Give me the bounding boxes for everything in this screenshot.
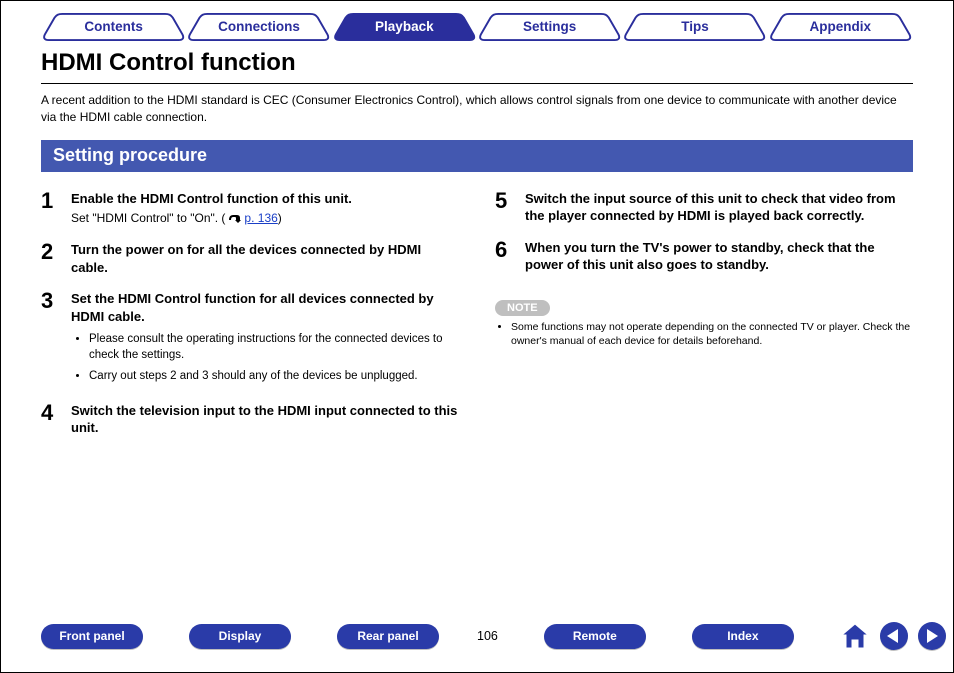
- pills-right-group: Remote Index: [544, 624, 840, 649]
- step-1: 1 Enable the HDMI Control function of thi…: [41, 190, 459, 228]
- tab-appendix[interactable]: Appendix: [768, 13, 913, 41]
- step-2: 2 Turn the power on for all the devices c…: [41, 241, 459, 276]
- step-head: Turn the power on for all the devices co…: [71, 241, 459, 276]
- step-body: When you turn the TV's power to standby,…: [525, 239, 913, 274]
- step-head: When you turn the TV's power to standby,…: [525, 239, 913, 274]
- bottom-bar: Front panel Display Rear panel 106 Remote I…: [41, 622, 913, 650]
- tab-contents[interactable]: Contents: [41, 13, 186, 41]
- tab-label: Contents: [84, 19, 143, 34]
- footer-pill-index[interactable]: Index: [692, 624, 794, 649]
- step-subtext: Set "HDMI Control" to "On". (p. 136): [71, 211, 459, 227]
- footer-pill-remote[interactable]: Remote: [544, 624, 646, 649]
- step-number: 2: [41, 241, 59, 276]
- note-list: Some functions may not operate depending…: [495, 320, 913, 348]
- page-title: HDMI Control function: [41, 49, 913, 77]
- step-number: 1: [41, 190, 59, 228]
- arrow-left-icon: [887, 629, 898, 643]
- step-number: 3: [41, 290, 59, 387]
- step-body: Set the HDMI Control function for all de…: [71, 290, 459, 387]
- step-body: Switch the input source of this unit to …: [525, 190, 913, 225]
- step-body: Enable the HDMI Control function of this…: [71, 190, 459, 228]
- home-icon[interactable]: [840, 622, 870, 650]
- steps-col-right: 5 Switch the input source of this unit to…: [495, 190, 913, 451]
- step-5: 5 Switch the input source of this unit to…: [495, 190, 913, 225]
- note-chip: NOTE: [495, 300, 550, 316]
- nav-icon-group: [840, 622, 946, 650]
- tab-playback[interactable]: Playback: [332, 13, 477, 41]
- page-number: 106: [477, 629, 498, 643]
- prev-page-button[interactable]: [880, 622, 908, 650]
- title-rule: [41, 83, 913, 84]
- step-head: Switch the television input to the HDMI …: [71, 402, 459, 437]
- next-page-button[interactable]: [918, 622, 946, 650]
- note-item: Some functions may not operate depending…: [511, 320, 913, 348]
- see-page-icon: [228, 212, 242, 227]
- step-6: 6 When you turn the TV's power to standby…: [495, 239, 913, 274]
- tab-label: Appendix: [810, 19, 872, 34]
- tab-label: Playback: [375, 19, 434, 34]
- step-head: Set the HDMI Control function for all de…: [71, 290, 459, 325]
- manual-page: Contents Connections Playback Settings Tips A…: [0, 0, 954, 673]
- step-4: 4 Switch the television input to the HDMI…: [41, 402, 459, 437]
- step-number: 6: [495, 239, 513, 274]
- step-bullet: Please consult the operating instruction…: [89, 331, 459, 363]
- tab-connections[interactable]: Connections: [186, 13, 331, 41]
- step-number: 4: [41, 402, 59, 437]
- tab-label: Connections: [218, 19, 300, 34]
- tab-label: Tips: [681, 19, 709, 34]
- steps-columns: 1 Enable the HDMI Control function of thi…: [41, 190, 913, 451]
- step-number: 5: [495, 190, 513, 225]
- tab-settings[interactable]: Settings: [477, 13, 622, 41]
- step-body: Turn the power on for all the devices co…: [71, 241, 459, 276]
- page-ref-link[interactable]: p. 136: [244, 211, 277, 225]
- step-bullet-list: Please consult the operating instruction…: [71, 331, 459, 383]
- pills-left-group: Front panel Display Rear panel: [41, 624, 485, 649]
- intro-text: A recent addition to the HDMI standard i…: [41, 92, 913, 126]
- footer-pill-rear-panel[interactable]: Rear panel: [337, 624, 439, 649]
- step-head: Enable the HDMI Control function of this…: [71, 190, 459, 208]
- top-tabs: Contents Connections Playback Settings Tips A…: [41, 13, 913, 41]
- step-head: Switch the input source of this unit to …: [525, 190, 913, 225]
- step-bullet: Carry out steps 2 and 3 should any of th…: [89, 368, 459, 384]
- step-3: 3 Set the HDMI Control function for all d…: [41, 290, 459, 387]
- footer-pill-display[interactable]: Display: [189, 624, 291, 649]
- tab-label: Settings: [523, 19, 576, 34]
- steps-col-left: 1 Enable the HDMI Control function of thi…: [41, 190, 459, 451]
- step-body: Switch the television input to the HDMI …: [71, 402, 459, 437]
- section-banner: Setting procedure: [41, 140, 913, 172]
- footer-pill-front-panel[interactable]: Front panel: [41, 624, 143, 649]
- tab-tips[interactable]: Tips: [622, 13, 767, 41]
- arrow-right-icon: [927, 629, 938, 643]
